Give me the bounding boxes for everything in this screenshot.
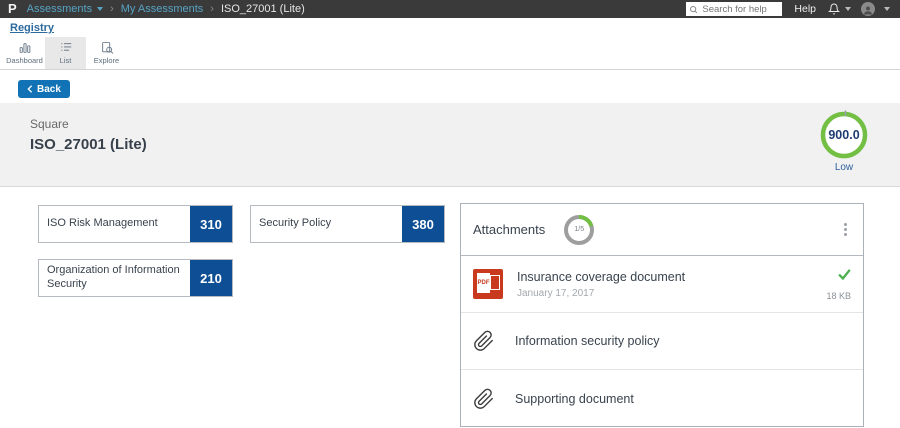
tile-score-badge: 210 [190, 260, 232, 296]
back-button-label: Back [37, 84, 61, 95]
assessments-menu-label: Assessments [27, 3, 92, 15]
attachment-title: Insurance coverage document [517, 270, 685, 284]
category-tile-security-policy[interactable]: Security Policy 380 [250, 205, 445, 243]
pdf-badge-text: PDF [477, 280, 490, 286]
page-title: ISO_27001 (Lite) [30, 136, 147, 153]
attachment-row-information-security-policy[interactable]: Information security policy [461, 313, 863, 370]
explore-icon [100, 41, 114, 54]
assessment-header: Square ISO_27001 (Lite) 900.0 Low [0, 103, 900, 187]
chevron-down-icon [884, 7, 890, 11]
paperclip-icon [473, 330, 495, 352]
notifications-menu[interactable] [828, 3, 851, 15]
registry-link[interactable]: Registry [10, 22, 54, 34]
tab-label: List [60, 56, 72, 65]
score-label: Low [812, 162, 876, 173]
score-ring: 900.0 [818, 109, 870, 161]
help-search [686, 2, 782, 16]
attachments-progress-donut: 1/5 [561, 212, 597, 248]
score-value: 900.0 [818, 109, 870, 161]
check-icon [838, 269, 851, 280]
chevron-down-icon [845, 7, 851, 11]
tab-label: Explore [94, 56, 119, 65]
list-icon [59, 41, 73, 54]
secondary-nav: Registry [0, 18, 900, 37]
attachment-date: January 17, 2017 [517, 288, 685, 299]
attachments-title: Attachments [473, 222, 545, 237]
app-root: P Assessments › My Assessments › ISO_270… [0, 0, 900, 428]
attachment-title: Supporting document [515, 392, 634, 406]
attachment-title: Information security policy [515, 334, 660, 348]
attachment-status: 18 KB [826, 267, 851, 301]
attachments-panel: Attachments 1/5 PDF Insurance coverage d… [460, 203, 864, 427]
breadcrumb-current: ISO_27001 (Lite) [221, 3, 305, 15]
breadcrumb-my-assessments[interactable]: My Assessments [121, 3, 204, 15]
tab-dashboard[interactable]: Dashboard [4, 37, 45, 69]
breadcrumb-separator-icon: › [210, 3, 214, 15]
chevron-left-icon [27, 85, 33, 93]
bar-chart-icon [18, 41, 32, 54]
help-link[interactable]: Help [794, 3, 816, 15]
score-gauge: 900.0 Low [812, 109, 876, 173]
attachment-texts: Insurance coverage document January 17, … [517, 270, 685, 299]
bell-icon [828, 3, 840, 15]
attachment-size: 18 KB [826, 291, 851, 301]
entity-name: Square [30, 117, 69, 131]
attachment-row-supporting-document[interactable]: Supporting document [461, 370, 863, 427]
breadcrumb-separator-icon: › [110, 3, 114, 15]
tile-score-badge: 380 [402, 206, 444, 242]
tab-explore[interactable]: Explore [86, 37, 127, 69]
tile-label: Security Policy [251, 206, 402, 242]
category-tile-iso-risk-management[interactable]: ISO Risk Management 310 [38, 205, 233, 243]
search-icon [689, 5, 698, 14]
tile-score-badge: 310 [190, 206, 232, 242]
avatar [861, 2, 875, 16]
tab-label: Dashboard [6, 56, 43, 65]
top-navbar: P Assessments › My Assessments › ISO_270… [0, 0, 900, 18]
view-tabs: Dashboard List Explore [0, 37, 900, 70]
assessments-menu[interactable]: Assessments [27, 3, 103, 15]
app-logo[interactable]: P [8, 0, 17, 18]
attachment-row-insurance-coverage[interactable]: PDF Insurance coverage document January … [461, 256, 863, 313]
search-input[interactable] [686, 2, 782, 16]
user-menu[interactable] [861, 2, 890, 16]
paperclip-icon [473, 388, 495, 410]
tile-label: Organization of Information Security [39, 260, 190, 296]
attachments-progress-label: 1/5 [561, 212, 597, 248]
tab-list[interactable]: List [45, 37, 86, 69]
category-tile-organization-of-information-security[interactable]: Organization of Information Security 210 [38, 259, 233, 297]
attachments-header: Attachments 1/5 [461, 204, 863, 256]
tile-label: ISO Risk Management [39, 206, 190, 242]
chevron-down-icon [97, 7, 103, 11]
person-icon [862, 4, 874, 16]
kebab-menu-icon[interactable] [840, 219, 851, 240]
back-button[interactable]: Back [18, 80, 70, 98]
pdf-file-icon: PDF [473, 269, 503, 299]
